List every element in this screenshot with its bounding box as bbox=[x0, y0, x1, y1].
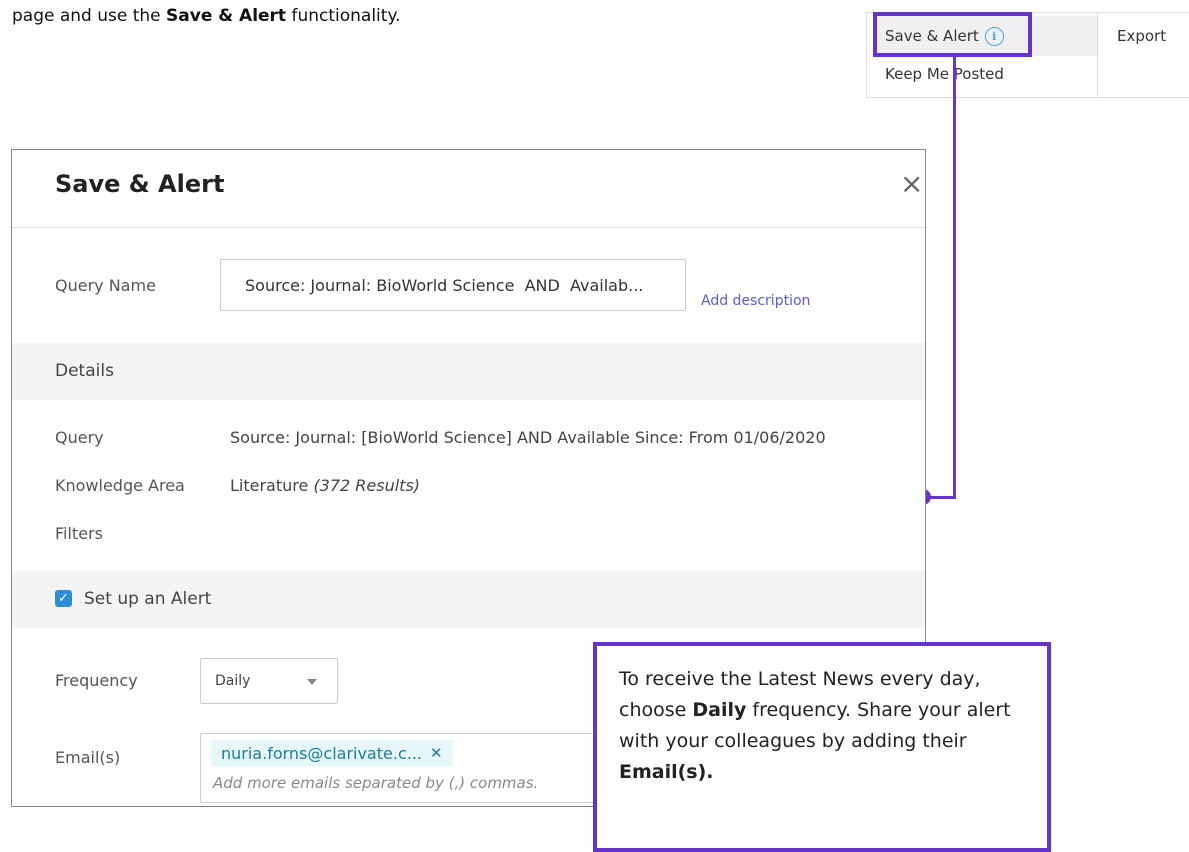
knowledge-area-results: (372 Results) bbox=[313, 476, 421, 495]
chevron-down-icon bbox=[307, 679, 317, 685]
frequency-label: Frequency bbox=[55, 671, 138, 690]
email-chip-text: nuria.forns@clarivate.c... bbox=[221, 743, 422, 763]
details-section: Details bbox=[12, 343, 925, 400]
frequency-select[interactable]: Daily bbox=[200, 658, 338, 704]
tooltip-callout: To receive the Latest News every day, ch… bbox=[593, 642, 1051, 852]
query-value: Source: Journal: [BioWorld Science] AND … bbox=[230, 428, 826, 447]
email-field[interactable]: nuria.forns@clarivate.c... ✕ Add more em… bbox=[200, 733, 600, 803]
dialog-header: Save & Alert × bbox=[12, 150, 925, 228]
frequency-value: Daily bbox=[215, 673, 251, 689]
intro-bold: Save & Alert bbox=[166, 6, 287, 26]
highlight-box bbox=[873, 12, 1032, 57]
export-menu-item[interactable]: Export bbox=[1117, 27, 1166, 45]
dialog-title: Save & Alert bbox=[55, 170, 225, 198]
query-name-label: Query Name bbox=[55, 276, 156, 295]
email-placeholder: Add more emails separated by (,) commas. bbox=[213, 774, 539, 792]
close-icon[interactable]: × bbox=[900, 170, 923, 198]
callout-bold-daily: Daily bbox=[692, 699, 747, 721]
query-name-input[interactable] bbox=[220, 259, 686, 311]
knowledge-area-value: Literature (372 Results) bbox=[230, 476, 420, 495]
remove-email-icon[interactable]: ✕ bbox=[430, 744, 443, 762]
alert-checkbox[interactable]: ✓ bbox=[55, 590, 72, 607]
connector-line-vertical bbox=[953, 57, 956, 499]
knowledge-area-name: Literature bbox=[230, 476, 309, 495]
add-description-link[interactable]: Add description bbox=[701, 293, 810, 309]
emails-label: Email(s) bbox=[55, 748, 121, 767]
alert-label: Set up an Alert bbox=[84, 589, 212, 609]
query-label: Query bbox=[55, 428, 104, 447]
toolbar-divider bbox=[1097, 13, 1098, 97]
intro-prefix: page and use the bbox=[12, 6, 167, 26]
keep-me-posted-menu-item[interactable]: Keep Me Posted bbox=[885, 65, 1004, 83]
callout-bold-emails: Email(s). bbox=[619, 761, 714, 783]
filters-label: Filters bbox=[55, 524, 103, 543]
intro-suffix: functionality. bbox=[286, 6, 401, 26]
email-chip: nuria.forns@clarivate.c... ✕ bbox=[211, 740, 453, 766]
intro-text: page and use the Save & Alert functional… bbox=[12, 6, 400, 26]
knowledge-area-label: Knowledge Area bbox=[55, 476, 185, 495]
details-heading: Details bbox=[55, 361, 114, 381]
